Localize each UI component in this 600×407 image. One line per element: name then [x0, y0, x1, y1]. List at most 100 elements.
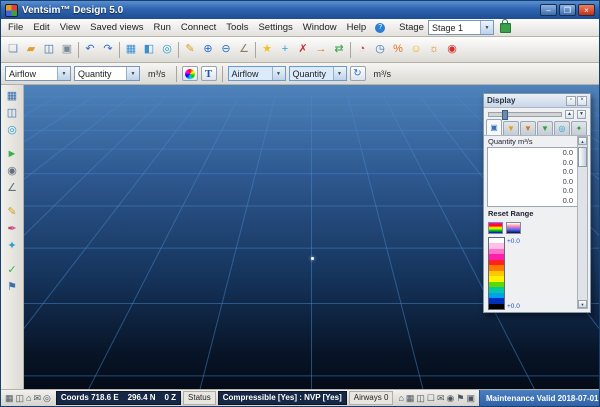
grid-view-button[interactable]: ▦	[122, 40, 140, 60]
home-small-icon[interactable]: ⌂	[26, 394, 31, 403]
legend-color-segment[interactable]	[489, 304, 504, 309]
color-scale-rainbow-button[interactable]	[488, 222, 503, 234]
panel-scrollbar[interactable]: ▲ ▼	[577, 136, 588, 309]
grid2-icon[interactable]: ▦	[406, 394, 415, 403]
measure-angle-button[interactable]: ∠	[235, 40, 253, 60]
quantity-value-row[interactable]: 0.0	[488, 186, 577, 196]
clock-button[interactable]: ◷	[371, 40, 389, 60]
zoom-in-button[interactable]: ⊕	[199, 40, 217, 60]
mail2-icon[interactable]: ✉	[437, 394, 445, 403]
color-legend-button[interactable]	[182, 66, 198, 81]
window-tiles-button[interactable]: ◫	[3, 105, 21, 121]
favorite-star-button[interactable]: ★	[258, 40, 276, 60]
forward-arrow-button[interactable]: →	[312, 40, 330, 60]
quantity-value-row[interactable]: 0.0	[488, 158, 577, 168]
menu-tools[interactable]: Tools	[221, 19, 253, 36]
menu-file[interactable]: File	[3, 19, 28, 36]
magic-wand-button[interactable]: ✦	[3, 238, 21, 254]
percent-button[interactable]: %	[389, 40, 407, 60]
eye-button[interactable]: ◉	[3, 163, 21, 179]
tab-data-down[interactable]: ▼	[520, 121, 536, 135]
layers2-icon[interactable]: ◫	[416, 394, 425, 403]
tab-airflow-down[interactable]: ▼	[503, 121, 519, 135]
flag2-icon[interactable]: ⚑	[456, 394, 464, 403]
quantity-value-row[interactable]: 0.0	[488, 167, 577, 177]
slider-thumb[interactable]	[502, 110, 508, 120]
secondary-display-select[interactable]: Airflow ▼	[228, 66, 286, 81]
target-button[interactable]: ◉	[443, 40, 461, 60]
chevron-down-icon[interactable]: ▼	[480, 21, 493, 34]
print-button[interactable]: ▣	[58, 40, 76, 60]
menu-view[interactable]: View	[55, 19, 85, 36]
edit-pencil-button[interactable]: ✎	[181, 40, 199, 60]
slider-up-button[interactable]: ▲	[565, 110, 574, 119]
text-tool-button[interactable]: T	[201, 66, 217, 81]
menu-window[interactable]: Window	[298, 19, 342, 36]
tab-globe[interactable]: ◎	[554, 121, 570, 135]
mail-small-icon[interactable]: ✉	[33, 394, 41, 403]
scrollbar-thumb[interactable]	[578, 147, 587, 167]
chevron-down-icon[interactable]: ▼	[272, 67, 285, 80]
box-icon[interactable]: ☐	[427, 394, 435, 403]
color-scale-cool-button[interactable]	[506, 222, 521, 234]
scroll-down-button[interactable]: ▼	[578, 300, 587, 308]
tab-extras[interactable]: ✦	[571, 121, 587, 135]
menu-connect[interactable]: Connect	[176, 19, 221, 36]
ruler-button[interactable]: ∠	[3, 180, 21, 196]
smiley-button[interactable]: ☺	[407, 40, 425, 60]
slider-track[interactable]	[488, 112, 562, 117]
refresh-button[interactable]: ↻	[350, 66, 366, 81]
target-small-icon[interactable]: ◎	[43, 394, 51, 403]
pencil-button[interactable]: ✎	[3, 204, 21, 220]
viewport-3d[interactable]: Display ▫ × ▲ ▼ ▣▼▼▼◎✦ Quantity m³/s 0.0…	[24, 85, 599, 389]
quantity-value-row[interactable]: 0.0	[488, 196, 577, 206]
quantity-value-row[interactable]: 0.0	[488, 177, 577, 187]
sun-button[interactable]: ☼	[425, 40, 443, 60]
menu-settings[interactable]: Settings	[253, 19, 297, 36]
reset-range-button[interactable]: Reset Range	[484, 207, 590, 220]
slider-down-button[interactable]: ▼	[577, 110, 586, 119]
scrollbar-track[interactable]	[578, 145, 587, 300]
globe-button[interactable]: ◎	[3, 122, 21, 138]
monitor-icon[interactable]: ⌂	[398, 394, 403, 403]
redo-button[interactable]: ↷	[99, 40, 117, 60]
layers-small-icon[interactable]: ◫	[16, 394, 25, 403]
gauge-button[interactable]: ◔	[353, 40, 371, 60]
add-item-button[interactable]: +	[276, 40, 294, 60]
menu-edit[interactable]: Edit	[28, 19, 54, 36]
chevron-down-icon[interactable]: ▼	[126, 67, 139, 80]
grid-small-icon[interactable]: ▦	[5, 394, 14, 403]
pen-button[interactable]: ✒	[3, 221, 21, 237]
undo-button[interactable]: ↶	[81, 40, 99, 60]
open-folder-button[interactable]: ▰	[22, 40, 40, 60]
play-button[interactable]: ►	[3, 146, 21, 162]
globe-view-button[interactable]: ◎	[158, 40, 176, 60]
close-button[interactable]: ×	[578, 4, 595, 16]
square2-icon[interactable]: ▣	[466, 394, 475, 403]
save-button[interactable]: ◫	[40, 40, 58, 60]
quantity-value-row[interactable]: 0.0	[488, 148, 577, 158]
panel-pin-button[interactable]: ▫	[566, 96, 576, 106]
delete-item-button[interactable]: ✗	[294, 40, 312, 60]
layout-grid-button[interactable]: ▦	[3, 88, 21, 104]
chevron-down-icon[interactable]: ▼	[333, 67, 346, 80]
cube-view-button[interactable]: ◧	[140, 40, 158, 60]
stage-select[interactable]: Stage 1 ▼	[428, 20, 494, 35]
chevron-down-icon[interactable]: ▼	[57, 67, 70, 80]
lock-icon[interactable]	[500, 23, 511, 33]
target2-icon[interactable]: ◉	[447, 394, 455, 403]
metric-select[interactable]: Quantity ▼	[74, 66, 140, 81]
swap-arrows-button[interactable]: ⇄	[330, 40, 348, 60]
help-icon[interactable]: ?	[375, 23, 385, 33]
zoom-out-button[interactable]: ⊖	[217, 40, 235, 60]
new-document-button[interactable]: ❏	[4, 40, 22, 60]
tab-nodes-down[interactable]: ▼	[537, 121, 553, 135]
scroll-up-button[interactable]: ▲	[578, 137, 587, 145]
minimize-button[interactable]: –	[540, 4, 557, 16]
flag-button[interactable]: ⚑	[3, 279, 21, 295]
menu-saved-views[interactable]: Saved views	[85, 19, 148, 36]
panel-close-button[interactable]: ×	[577, 96, 587, 106]
check-button[interactable]: ✓	[3, 262, 21, 278]
menu-help[interactable]: Help	[342, 19, 372, 36]
secondary-metric-select[interactable]: Quantity ▼	[289, 66, 347, 81]
